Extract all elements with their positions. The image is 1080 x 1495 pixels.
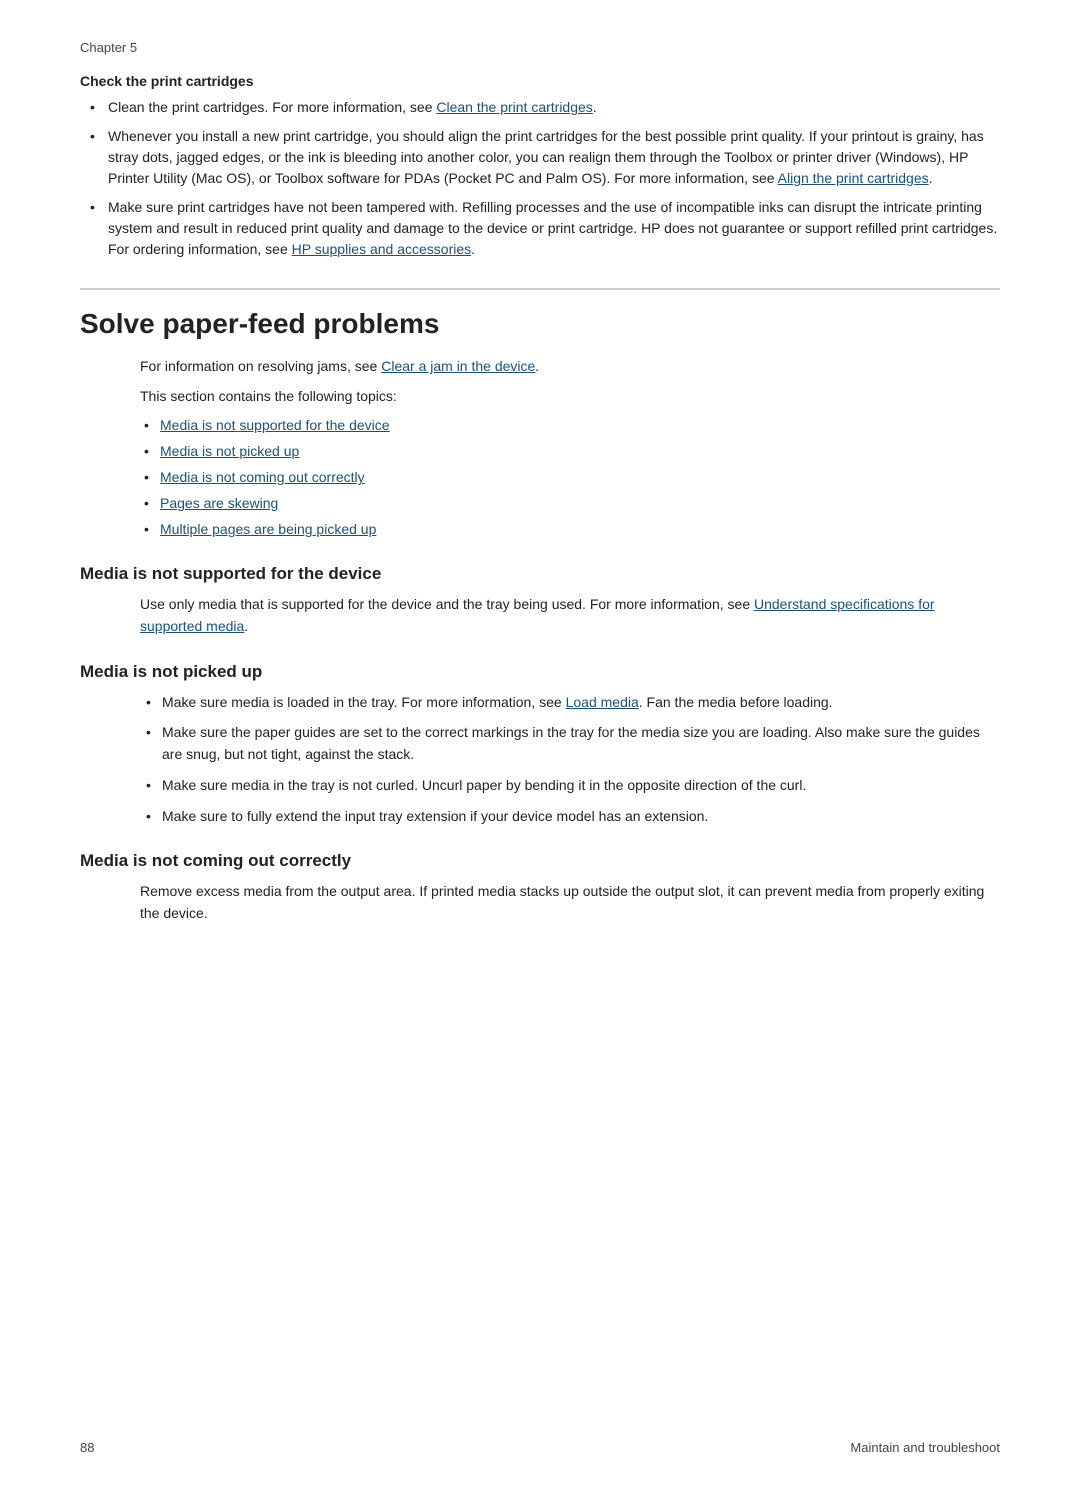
media-not-picked-up-list: Make sure media is loaded in the tray. F… — [80, 692, 1000, 827]
topics-intro: This section contains the following topi… — [80, 386, 1000, 408]
chapter-label: Chapter 5 — [80, 40, 1000, 55]
media-not-coming-out-heading: Media is not coming out correctly — [80, 851, 1000, 871]
cartridges-bullet-2: Whenever you install a new print cartrid… — [80, 126, 1000, 189]
media-not-picked-up-heading: Media is not picked up — [80, 662, 1000, 682]
cartridges-bullet-3-after: . — [471, 241, 475, 257]
topic-link-3[interactable]: Media is not coming out correctly — [160, 469, 365, 485]
pickup-bullet-1-before: Make sure media is loaded in the tray. F… — [162, 694, 566, 710]
check-cartridges-section: Check the print cartridges Clean the pri… — [80, 73, 1000, 260]
topic-link-2[interactable]: Media is not picked up — [160, 443, 299, 459]
topic-item-5: Multiple pages are being picked up — [140, 519, 1000, 540]
main-heading: Solve paper-feed problems — [80, 288, 1000, 340]
load-media-link[interactable]: Load media — [566, 694, 639, 710]
clean-cartridges-link[interactable]: Clean the print cartridges — [436, 99, 592, 115]
cartridges-bullet-list: Clean the print cartridges. For more inf… — [80, 97, 1000, 260]
media-not-supported-body-before: Use only media that is supported for the… — [140, 596, 754, 612]
pickup-bullet-4-text: Make sure to fully extend the input tray… — [162, 808, 708, 824]
media-not-coming-out-body: Remove excess media from the output area… — [80, 881, 1000, 924]
footer-page-number: 88 — [80, 1440, 94, 1455]
topics-list: Media is not supported for the device Me… — [80, 415, 1000, 540]
topic-item-3: Media is not coming out correctly — [140, 467, 1000, 488]
media-not-supported-body-after: . — [244, 618, 248, 634]
cartridges-bullet-1-text: Clean the print cartridges. For more inf… — [108, 99, 436, 115]
intro-before: For information on resolving jams, see — [140, 358, 381, 374]
pickup-bullet-4: Make sure to fully extend the input tray… — [140, 806, 1000, 828]
cartridges-bullet-1: Clean the print cartridges. For more inf… — [80, 97, 1000, 118]
cartridges-bullet-3: Make sure print cartridges have not been… — [80, 197, 1000, 260]
media-not-supported-section: Media is not supported for the device Us… — [80, 564, 1000, 637]
pickup-bullet-3: Make sure media in the tray is not curle… — [140, 775, 1000, 797]
topic-item-1: Media is not supported for the device — [140, 415, 1000, 436]
clear-jam-link[interactable]: Clear a jam in the device — [381, 358, 535, 374]
topic-item-2: Media is not picked up — [140, 441, 1000, 462]
pickup-bullet-1: Make sure media is loaded in the tray. F… — [140, 692, 1000, 714]
footer-section-label: Maintain and troubleshoot — [850, 1440, 1000, 1455]
pickup-bullet-2-text: Make sure the paper guides are set to th… — [162, 724, 980, 762]
media-not-supported-body: Use only media that is supported for the… — [80, 594, 1000, 637]
intro-after: . — [535, 358, 539, 374]
topic-item-4: Pages are skewing — [140, 493, 1000, 514]
align-cartridges-link[interactable]: Align the print cartridges — [778, 170, 929, 186]
intro-text: For information on resolving jams, see C… — [80, 356, 1000, 378]
media-not-picked-up-section: Media is not picked up Make sure media i… — [80, 662, 1000, 827]
pickup-bullet-1-after: . Fan the media before loading. — [639, 694, 833, 710]
pickup-bullet-3-text: Make sure media in the tray is not curle… — [162, 777, 806, 793]
hp-supplies-link[interactable]: HP supplies and accessories — [292, 241, 472, 257]
topic-link-1[interactable]: Media is not supported for the device — [160, 417, 390, 433]
topic-link-4[interactable]: Pages are skewing — [160, 495, 278, 511]
check-cartridges-title: Check the print cartridges — [80, 73, 1000, 89]
media-not-supported-heading: Media is not supported for the device — [80, 564, 1000, 584]
cartridges-bullet-3-text: Make sure print cartridges have not been… — [108, 199, 997, 257]
topic-link-5[interactable]: Multiple pages are being picked up — [160, 521, 376, 537]
footer: 88 Maintain and troubleshoot — [80, 1440, 1000, 1455]
media-not-coming-out-section: Media is not coming out correctly Remove… — [80, 851, 1000, 924]
pickup-bullet-2: Make sure the paper guides are set to th… — [140, 722, 1000, 765]
